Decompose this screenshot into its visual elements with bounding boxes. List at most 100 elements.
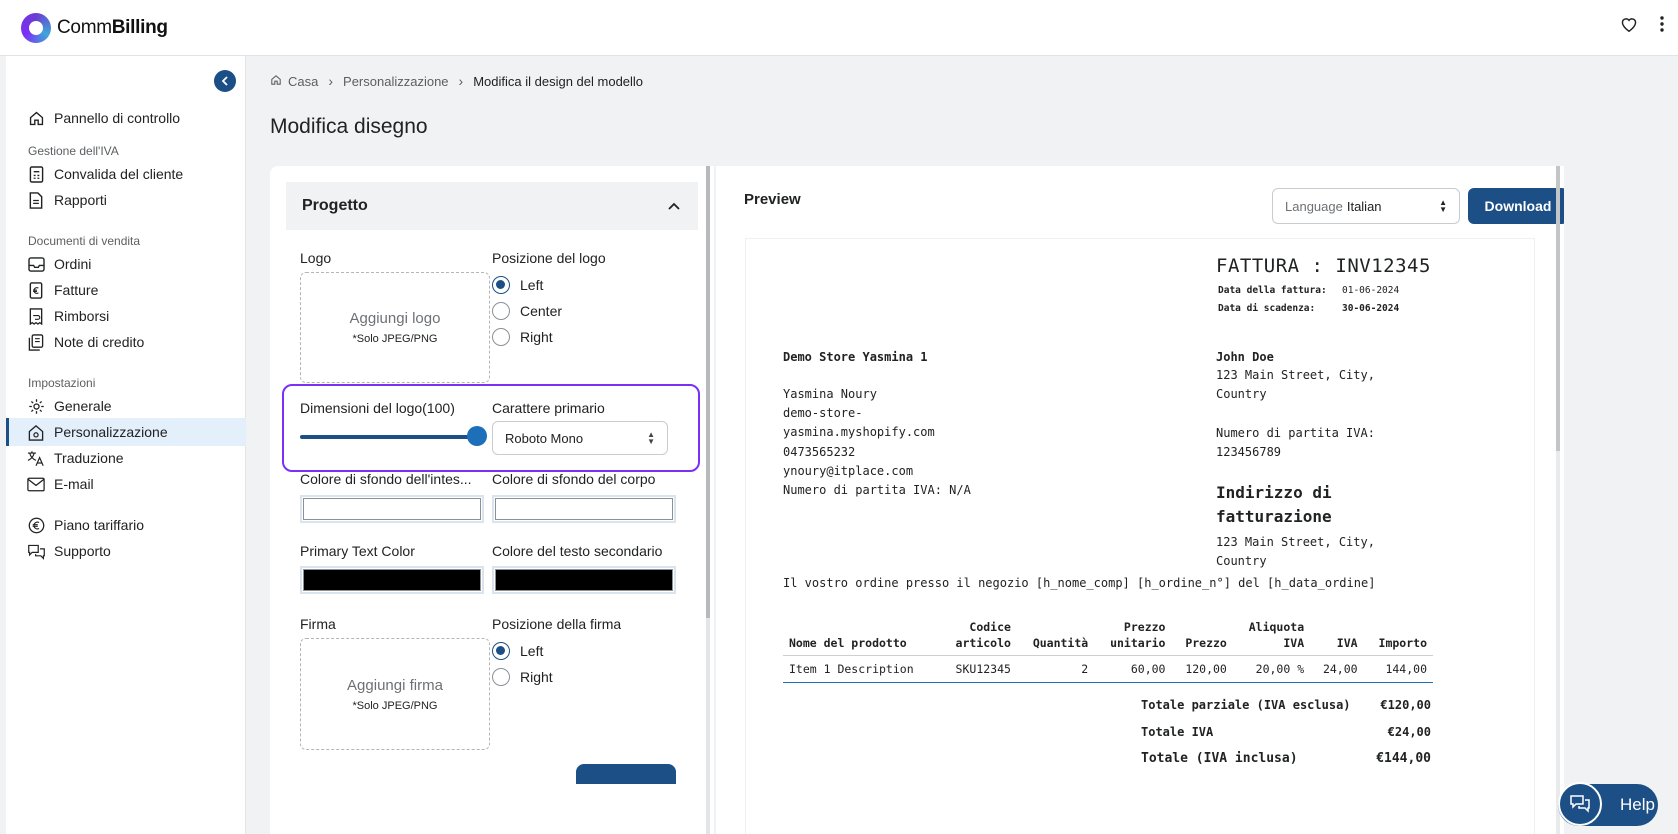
- chevron-left-icon: [221, 76, 228, 86]
- primary-font-select[interactable]: Roboto Mono ▲ ▼: [492, 421, 668, 455]
- language-key: Language: [1285, 198, 1343, 214]
- more-vertical-icon[interactable]: [1660, 16, 1664, 32]
- invoice-title: FATTURA : INV12345: [1216, 255, 1431, 277]
- sidebar-item-label: Fatture: [54, 282, 99, 298]
- secondary-text-color-input[interactable]: [492, 566, 676, 594]
- app-name-bold: Billing: [111, 16, 168, 38]
- project-section-header[interactable]: Progetto: [286, 182, 698, 230]
- sidebar-item-label: Rapporti: [54, 192, 107, 208]
- signature-upload-text: Aggiungi firma: [347, 676, 443, 694]
- document-icon: [26, 190, 46, 210]
- download-button[interactable]: Download: [1468, 188, 1564, 224]
- invoice-due-value: 30-06-2024: [1342, 303, 1400, 314]
- store-customize-icon: [26, 422, 46, 442]
- signature-position-left-radio[interactable]: Left: [492, 642, 543, 660]
- signature-position-right-radio[interactable]: Right: [492, 668, 553, 686]
- save-button-partial[interactable]: [576, 764, 676, 784]
- sidebar-item-translation[interactable]: Traduzione: [6, 444, 246, 472]
- sidebar-item-orders[interactable]: Ordini: [6, 250, 246, 278]
- sidebar-item-customer-validation[interactable]: Convalida del cliente: [6, 160, 246, 188]
- header-bg-color-input[interactable]: [300, 495, 484, 523]
- sidebar-item-plan[interactable]: Piano tariffario: [6, 511, 246, 539]
- home-icon: [26, 108, 46, 128]
- sidebar-item-label: Supporto: [54, 543, 111, 559]
- logo-size-label: Dimensioni del logo(100): [300, 400, 455, 416]
- design-editor-panel: Progetto Logo Aggiungi logo *Solo JPEG/P…: [270, 166, 714, 834]
- sidebar-item-credit-notes[interactable]: Note di credito: [6, 328, 246, 356]
- grand-total-row: Totale (IVA inclusa) €144,00: [1141, 751, 1431, 766]
- sidebar-item-label: Traduzione: [54, 450, 124, 466]
- chevron-right-icon: ›: [328, 73, 334, 89]
- preview-scrollbar[interactable]: [1556, 166, 1560, 834]
- secondary-text-color-label: Colore del testo secondario: [492, 543, 663, 559]
- logo-label: Logo: [300, 250, 332, 266]
- table-row: Item 1 Description SKU12345 2 60,00 120,…: [783, 655, 1433, 683]
- logo-size-slider-thumb[interactable]: [467, 426, 487, 446]
- chat-bubbles-icon: [26, 541, 46, 561]
- heart-icon[interactable]: [1620, 16, 1638, 32]
- sidebar-item-label: Rimborsi: [54, 308, 110, 324]
- breadcrumb-customization[interactable]: Personalizzazione: [343, 74, 449, 89]
- sidebar-item-customization[interactable]: Personalizzazione: [6, 418, 246, 446]
- sidebar-item-reports[interactable]: Rapporti: [6, 186, 246, 214]
- customer-details: 123 Main Street, City, Country Numero di…: [1216, 368, 1375, 459]
- primary-text-color-input[interactable]: [300, 566, 484, 594]
- invoice-preview: FATTURA : INV12345 Data della fattura: 0…: [746, 239, 1534, 834]
- logo-upload-hint: *Solo JPEG/PNG: [352, 333, 438, 345]
- sidebar-item-refunds[interactable]: Rimborsi: [6, 302, 246, 330]
- chevron-up-icon: [668, 202, 680, 210]
- sidebar-item-invoices[interactable]: Fatture: [6, 276, 246, 304]
- logo-position-left-radio[interactable]: Left: [492, 276, 543, 294]
- col-vat: IVA: [1310, 619, 1364, 656]
- subtotal-row: Totale parziale (IVA esclusa) €120,00: [1141, 698, 1431, 712]
- logo-upload-dropzone[interactable]: Aggiungi logo *Solo JPEG/PNG: [300, 272, 490, 383]
- signature-upload-dropzone[interactable]: Aggiungi firma *Solo JPEG/PNG: [300, 638, 490, 750]
- customer-name: John Doe: [1216, 350, 1274, 364]
- sidebar-section-vat: Gestione dell'IVA: [28, 144, 119, 158]
- logo-position-label: Posizione del logo: [492, 250, 606, 266]
- gear-icon: [26, 396, 46, 416]
- col-sku: Codice articolo: [939, 619, 1017, 656]
- app-logo[interactable]: CommBilling: [21, 12, 168, 43]
- sidebar-item-support[interactable]: Supporto: [6, 537, 246, 565]
- help-button[interactable]: Help: [1558, 782, 1658, 826]
- body-bg-color-input[interactable]: [492, 495, 676, 523]
- project-section-title: Progetto: [302, 197, 368, 214]
- col-product: Nome del prodotto: [783, 619, 940, 656]
- logo-position-right-radio[interactable]: Right: [492, 328, 553, 346]
- preview-panel: Preview Language Italian ▲ ▼ Download FAT…: [716, 166, 1564, 834]
- col-quantity: Quantità: [1016, 619, 1095, 656]
- logo-position-center-radio[interactable]: Center: [492, 302, 562, 320]
- sidebar-item-general[interactable]: Generale: [6, 392, 246, 420]
- sidebar-item-label: Generale: [54, 398, 112, 414]
- language-select[interactable]: Language Italian ▲ ▼: [1272, 188, 1460, 224]
- sidebar-collapse-button[interactable]: [214, 70, 236, 92]
- table-header-row: Nome del prodotto Codice articolo Quantit…: [783, 619, 1433, 656]
- invoice-items-table: Nome del prodotto Codice articolo Quantit…: [783, 619, 1433, 683]
- sidebar-item-label: Ordini: [54, 256, 92, 272]
- invoice-date-value: 01-06-2024: [1342, 285, 1400, 296]
- breadcrumb: Casa › Personalizzazione › Modifica il d…: [270, 73, 643, 89]
- sidebar-section-settings: Impostazioni: [28, 376, 96, 390]
- billing-address: 123 Main Street, City, Country: [1216, 535, 1375, 569]
- inbox-icon: [26, 254, 46, 274]
- signature-label: Firma: [300, 616, 336, 632]
- sidebar-item-dashboard[interactable]: Pannello di controllo: [6, 104, 246, 132]
- chat-icon: [1558, 782, 1602, 826]
- col-price: Prezzo: [1171, 619, 1233, 656]
- editor-scrollbar[interactable]: [706, 166, 710, 834]
- primary-text-color-label: Primary Text Color: [300, 543, 415, 559]
- page-title: Modifica disegno: [270, 115, 428, 138]
- logo-size-slider-track[interactable]: [300, 435, 478, 439]
- store-name: Demo Store Yasmina 1: [783, 350, 928, 364]
- sidebar-item-email[interactable]: E-mail: [6, 470, 246, 498]
- refund-icon: [26, 306, 46, 326]
- store-details: Yasmina Noury demo-store- yasmina.myshop…: [783, 387, 971, 498]
- chevron-right-icon: ›: [458, 73, 464, 89]
- top-bar: CommBilling: [0, 0, 1678, 56]
- breadcrumb-home[interactable]: Casa: [288, 74, 318, 89]
- logo-upload-text: Aggiungi logo: [349, 310, 441, 327]
- order-sentence: Il vostro ordine presso il negozio [h_no…: [783, 576, 1376, 590]
- breadcrumb-current: Modifica il design del modello: [473, 73, 644, 89]
- help-label: Help: [1620, 795, 1655, 814]
